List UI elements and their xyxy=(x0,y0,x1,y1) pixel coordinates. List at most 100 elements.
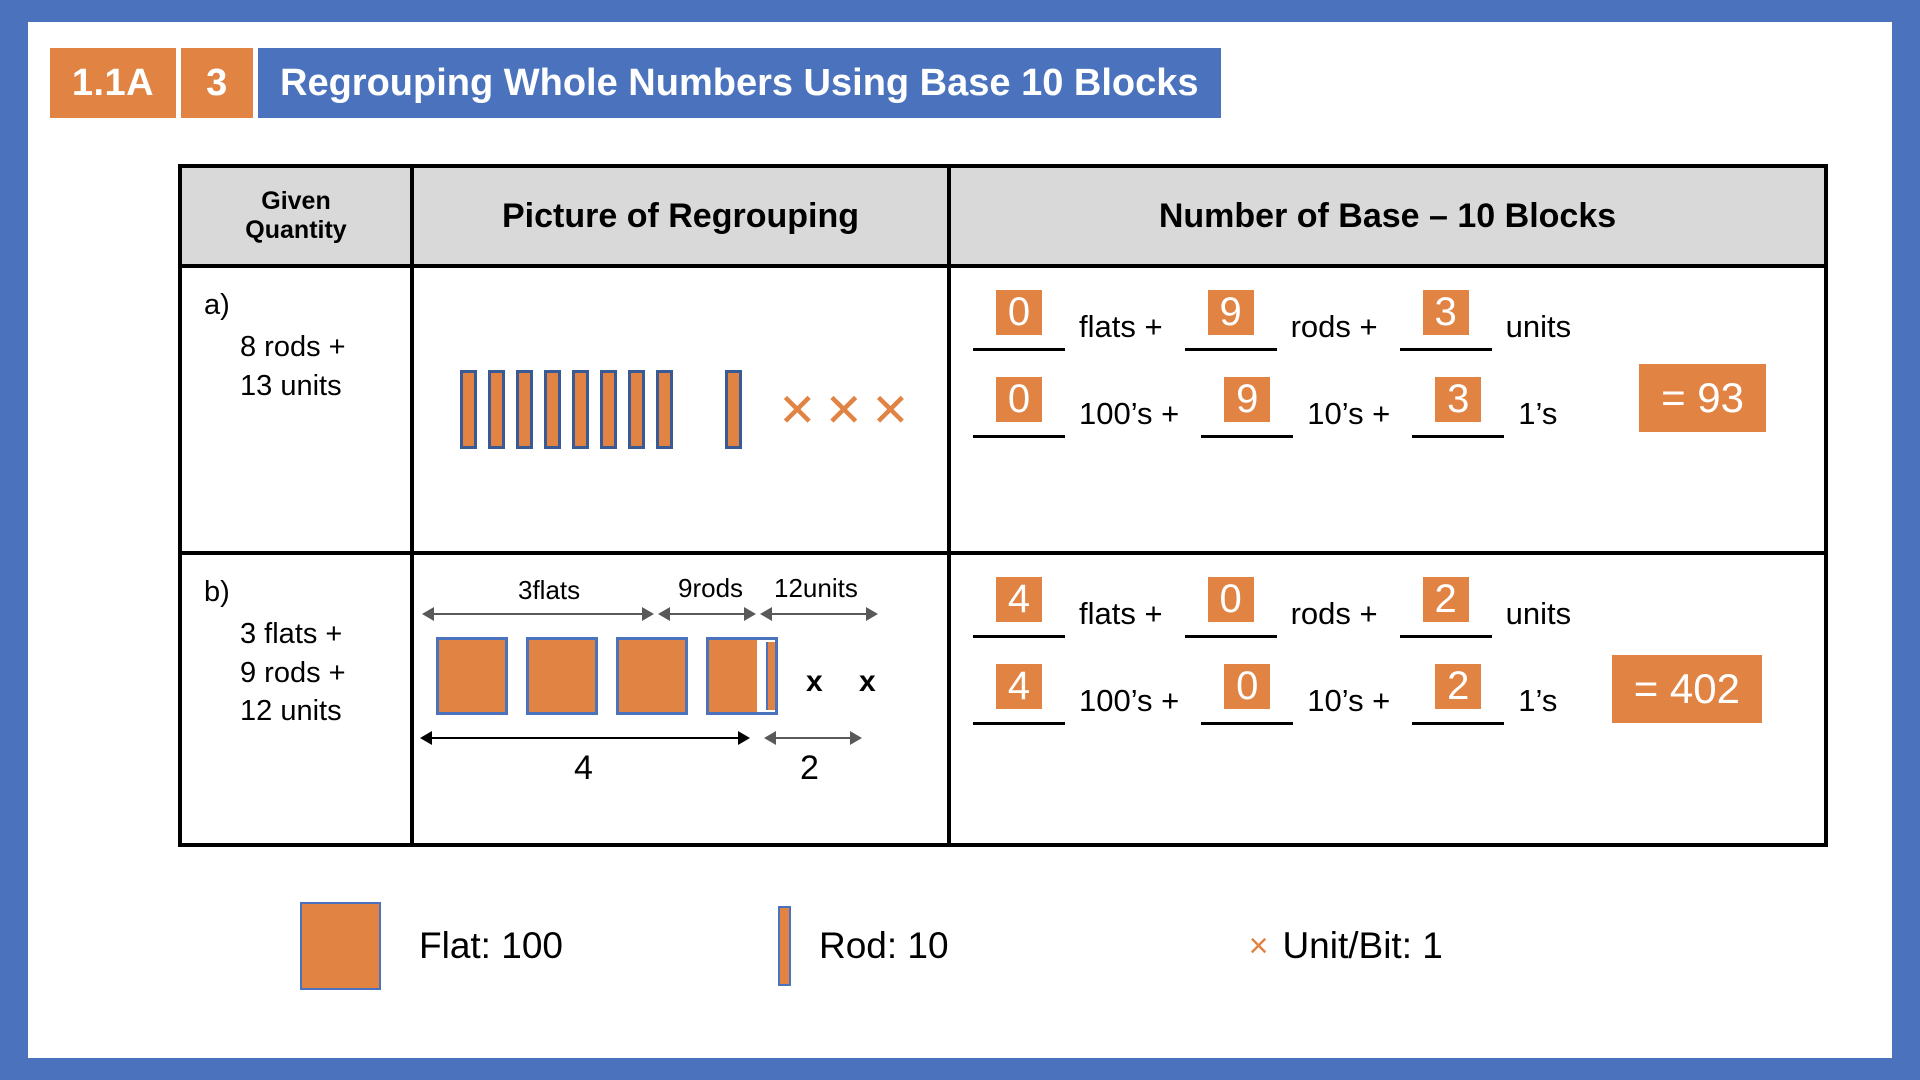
given-quantity-cell-a: a) 8 rods + 13 units xyxy=(182,268,410,551)
answer-blank[interactable]: 4 xyxy=(973,577,1065,638)
flat-block-icon xyxy=(300,902,381,990)
answer-value: 2 xyxy=(1435,664,1482,709)
rod-block-icon xyxy=(777,906,791,986)
answer-value: 2 xyxy=(1422,577,1469,622)
table-header-row: Given Quantity Picture of Regrouping Num… xyxy=(182,168,1824,264)
answer-value: 9 xyxy=(1207,290,1254,335)
answer-blank[interactable]: 2 xyxy=(1412,664,1505,725)
arrow-label-flats: 3flats xyxy=(518,575,581,605)
unit-label: rods + xyxy=(1290,596,1378,631)
unit-label: rods + xyxy=(1290,309,1378,344)
flat-block-icon xyxy=(616,637,688,715)
place-value-label: 100’s + xyxy=(1079,683,1180,718)
flat-block-icon xyxy=(526,637,598,715)
unit-x-icon: ✕ xyxy=(871,383,910,436)
arrow-label-units: 12units xyxy=(774,573,858,603)
answer-value: 3 xyxy=(1435,377,1482,422)
answer-blank[interactable]: 3 xyxy=(1399,290,1492,351)
answer-blank[interactable]: 4 xyxy=(973,664,1065,725)
header-cell-given-quantity: Given Quantity xyxy=(182,168,410,264)
number-cell-a: 0 flats + 9 rods + 3 units 0 100’s + 9 1… xyxy=(947,268,1824,551)
arrow-label-rods: 9rods xyxy=(678,573,744,603)
flat-fill xyxy=(709,640,757,712)
legend-label-unit: Unit/Bit: 1 xyxy=(1282,925,1443,966)
arrow-label-total-ones: 2 xyxy=(800,749,819,787)
answer-value: 3 xyxy=(1422,290,1469,335)
rod-group xyxy=(460,370,673,449)
given-line: 9 rods + xyxy=(240,656,346,689)
regrouping-table: Given Quantity Picture of Regrouping Num… xyxy=(178,164,1828,847)
unit-marks-pair: x x xyxy=(806,665,890,698)
rod-block-icon xyxy=(488,370,505,449)
unit-x-icon: ✕ xyxy=(778,383,817,436)
answer-blank[interactable]: 0 xyxy=(1201,664,1294,725)
arrow-line-rods xyxy=(670,613,748,615)
flat-block-icon xyxy=(436,637,508,715)
rod-block-icon xyxy=(460,370,477,449)
answer-value: 0 xyxy=(996,290,1042,335)
answer-blank[interactable]: 9 xyxy=(1201,377,1294,438)
number-cell-b: 4 flats + 0 rods + 2 units 4 100’s + 0 1… xyxy=(947,555,1824,843)
answer-blank[interactable]: 2 xyxy=(1399,577,1492,638)
answer-blank[interactable]: 9 xyxy=(1184,290,1277,351)
table-row: a) 8 rods + 13 units ✕ ✕ ✕ 0 flats + 9 r… xyxy=(182,264,1824,551)
legend-item-rod: Rod: 10 xyxy=(777,906,949,986)
rod-block-icon xyxy=(656,370,673,449)
answer-blank[interactable]: 0 xyxy=(1184,577,1277,638)
given-line: 12 units xyxy=(240,694,342,727)
given-quantity-cell-b: b) 3 flats + 9 rods + 12 units xyxy=(182,555,410,843)
answer-blank[interactable]: 0 xyxy=(973,377,1065,438)
arrow-head-right xyxy=(642,607,654,621)
result-badge: = 402 xyxy=(1611,655,1762,723)
answer-value: 0 xyxy=(1207,577,1254,622)
legend: Flat: 100 Rod: 10 × Unit/Bit: 1 xyxy=(300,902,1443,990)
picture-cell-a: ✕ ✕ ✕ xyxy=(410,268,947,551)
arrow-head-right xyxy=(866,607,878,621)
unit-x-icon: ✕ xyxy=(824,383,864,436)
arrow-line-units xyxy=(772,613,868,615)
legend-item-flat: Flat: 100 xyxy=(300,902,563,990)
answer-blank[interactable]: 0 xyxy=(973,290,1065,351)
unit-label: flats + xyxy=(1079,309,1163,344)
row-label-a: a) xyxy=(204,289,230,321)
given-line: 13 units xyxy=(240,369,342,402)
unit-label: units xyxy=(1505,309,1572,344)
place-value-label: 10’s + xyxy=(1307,683,1391,718)
arrow-label-total-hundreds: 4 xyxy=(574,749,593,787)
picture-cell-b: 3flats 9rods 12units x x 4 2 xyxy=(410,555,947,843)
place-value-label: 10’s + xyxy=(1307,396,1391,431)
arrow-head-right xyxy=(850,731,862,745)
page-title: Regrouping Whole Numbers Using Base 10 B… xyxy=(258,48,1221,118)
rod-block-icon xyxy=(516,370,533,449)
legend-label-flat: Flat: 100 xyxy=(419,925,563,966)
arrow-head-right xyxy=(744,607,756,621)
answer-value: 0 xyxy=(996,377,1042,422)
answer-blank[interactable]: 3 xyxy=(1412,377,1505,438)
header-cell-picture: Picture of Regrouping xyxy=(410,168,947,264)
slide-header: 1.1A 3 Regrouping Whole Numbers Using Ba… xyxy=(50,48,1221,118)
table-row: b) 3 flats + 9 rods + 12 units 3flats 9r… xyxy=(182,551,1824,843)
place-value-label: 100’s + xyxy=(1079,396,1180,431)
unit-x-icon: × xyxy=(1248,926,1269,965)
arrow-head-left xyxy=(764,731,776,745)
arrow-line-flats xyxy=(434,613,644,615)
header-given-line2: Quantity xyxy=(245,216,347,244)
arrow-line-total-ones xyxy=(776,737,854,739)
slide-frame: 1.1A 3 Regrouping Whole Numbers Using Ba… xyxy=(28,22,1892,1058)
given-line: 3 flats + xyxy=(240,618,343,651)
legend-item-unit: × Unit/Bit: 1 xyxy=(1249,925,1443,967)
rod-block-icon xyxy=(572,370,589,449)
legend-label-rod: Rod: 10 xyxy=(818,925,949,966)
place-value-label: 1’s xyxy=(1518,683,1558,718)
rod-block-icon xyxy=(766,642,777,710)
arrow-head-right xyxy=(738,731,750,745)
number-line-blocks-a: 0 flats + 9 rods + 3 units xyxy=(973,290,1824,351)
lesson-number-badge: 3 xyxy=(181,48,253,118)
arrow-head-left xyxy=(420,731,432,745)
answer-value: 4 xyxy=(996,577,1042,622)
place-value-label: 1’s xyxy=(1518,396,1558,431)
header-given-line1: Given xyxy=(261,187,331,216)
rod-block-icon-single xyxy=(725,370,742,449)
given-line: 8 rods + xyxy=(240,331,346,364)
number-line-blocks-b: 4 flats + 0 rods + 2 units xyxy=(973,577,1824,638)
